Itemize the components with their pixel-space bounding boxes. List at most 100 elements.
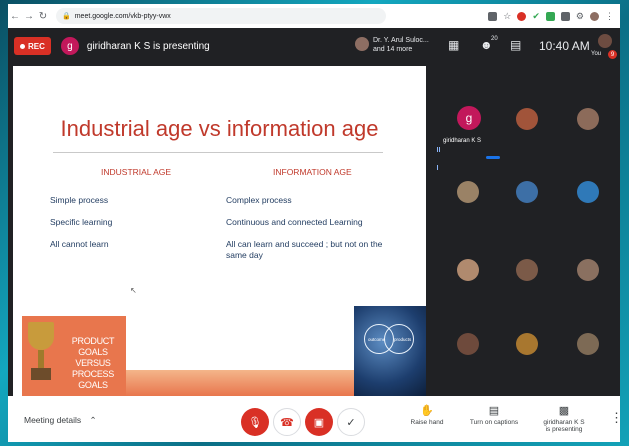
presenting-label: is presenting (545, 426, 583, 433)
captions-icon: ▤ (488, 405, 500, 417)
extensions-bar: ☆ ✔ ⚙ ⋮ (488, 11, 620, 22)
participant-count: 20 (491, 36, 498, 42)
back-icon[interactable]: ← (8, 11, 22, 22)
meet-top-bar: REC g giridharan K S is presenting Dr. Y… (8, 28, 620, 64)
presenter-avatar: g (60, 37, 79, 55)
pinned-participants[interactable]: Dr. Y. Arul Suloc... and 14 more (373, 36, 429, 54)
meeting-details-button[interactable]: Meeting details ⌃ (24, 415, 97, 426)
self-avatar[interactable] (598, 34, 612, 48)
trophy-stem (38, 350, 44, 368)
star-icon[interactable]: ☆ (503, 11, 511, 22)
captions-button[interactable]: ▤ Turn on captions (464, 404, 524, 426)
check-icon: ✓ (346, 416, 356, 429)
present-screen-icon: ▩ (558, 405, 570, 417)
check-extension-icon[interactable]: ✔ (532, 11, 540, 22)
product-process-goals-image: PRODUCT GOALS VERSUS PROCESS GOALS (22, 316, 126, 396)
participant-tile[interactable] (437, 311, 497, 381)
extension-red-icon[interactable] (517, 11, 527, 21)
url-text: meet.google.com/vkb-ptyy-vwx (74, 12, 171, 20)
extension-green-icon[interactable] (545, 11, 555, 21)
menu-dots-icon[interactable]: ⋮ (605, 11, 614, 22)
more-options-icon[interactable]: ⋮ (610, 410, 620, 426)
participant-tile[interactable] (557, 311, 617, 381)
venn-label: outcome (368, 337, 386, 342)
participant-tile[interactable] (437, 159, 497, 229)
self-label: You (591, 51, 602, 57)
leave-call-button[interactable]: ☎ (273, 408, 301, 436)
camera-off-icon: ▣ (313, 416, 325, 429)
industrial-item: Specific learning (50, 217, 113, 227)
participant-avatar (577, 259, 599, 281)
address-bar[interactable]: 🔒 meet.google.com/vkb-ptyy-vwx (56, 8, 386, 24)
meeting-details-label: Meeting details (24, 415, 82, 425)
recording-badge: REC (14, 37, 51, 55)
hand-icon: ✋ (420, 405, 434, 417)
pinned-avatar (355, 37, 369, 51)
hang-up-icon: ☎ (280, 416, 294, 429)
slide-divider (53, 152, 383, 153)
participant-avatar (577, 333, 599, 355)
camera-off-button[interactable]: ▣ (305, 408, 333, 436)
captions-label: Turn on captions (469, 419, 519, 426)
industrial-item: Simple process (50, 195, 109, 205)
profile-avatar-icon[interactable] (590, 11, 599, 21)
speaking-indicator-icon (437, 139, 442, 170)
forward-icon[interactable]: → (22, 11, 36, 22)
participant-name: giridharan K S (443, 138, 482, 144)
reload-icon[interactable]: ↻ (36, 11, 50, 22)
screen-frame: ← → ↻ 🔒 meet.google.com/vkb-ptyy-vwx ☆ ✔… (8, 4, 620, 442)
raise-hand-button[interactable]: ✋ Raise hand (410, 404, 444, 426)
participant-tile[interactable] (496, 159, 556, 229)
goals-line: PROCESS GOALS (72, 369, 114, 390)
presenting-button[interactable]: ▩ giridharan K S is presenting (534, 404, 594, 433)
presentation-slide: Industrial age vs information age INDUST… (13, 66, 426, 396)
notification-badge: 9 (608, 50, 617, 59)
participant-tile[interactable] (557, 159, 617, 229)
participant-tile[interactable] (557, 237, 617, 307)
camera-icon[interactable] (488, 11, 498, 21)
information-item: Complex process (226, 195, 292, 205)
participant-avatar (516, 333, 538, 355)
slide-footer-band (126, 370, 354, 396)
industrial-item: All cannot learn (50, 239, 109, 249)
record-dot-icon (20, 43, 25, 49)
trophy-base (31, 368, 51, 380)
layout-grid-icon[interactable]: ▦ (448, 38, 459, 52)
extension-grid-icon[interactable] (560, 11, 570, 21)
participant-tile[interactable] (496, 237, 556, 307)
clock: 10:40 AM (539, 39, 590, 53)
information-item: All can learn and succeed ; but not on t… (226, 239, 383, 260)
outcome-products-image: outcome products (354, 306, 426, 396)
participant-tile[interactable] (496, 86, 556, 156)
participant-avatar (577, 181, 599, 203)
participant-avatar (457, 259, 479, 281)
participant-avatar (577, 108, 599, 130)
pinned-more: and 14 more (373, 46, 413, 53)
lock-icon: 🔒 (62, 13, 71, 20)
raise-hand-label: Raise hand (410, 419, 444, 426)
presenting-label: giridharan K S (543, 419, 585, 426)
chat-icon[interactable]: ▤ (510, 38, 521, 52)
check-button[interactable]: ✓ (337, 408, 365, 436)
chevron-up-icon: ⌃ (89, 415, 97, 425)
goals-line: PRODUCT GOALS (71, 336, 115, 357)
participant-tile[interactable] (496, 311, 556, 381)
pinned-name: Dr. Y. Arul Suloc... (373, 37, 429, 44)
participant-avatar (457, 181, 479, 203)
participant-avatar (516, 108, 538, 130)
mic-off-button[interactable]: 🎙 (241, 408, 269, 436)
puzzle-icon[interactable]: ⚙ (576, 11, 584, 22)
industrial-age-heading: INDUSTRIAL AGE (101, 167, 172, 177)
participant-avatar (516, 259, 538, 281)
participant-tile[interactable]: g giridharan K S (437, 86, 500, 170)
presenting-banner: giridharan K S is presenting (86, 40, 210, 52)
goals-line: VERSUS (75, 358, 111, 368)
presenter-tile-avatar: g (457, 106, 481, 130)
participant-tile[interactable] (437, 237, 497, 307)
trophy-icon (28, 322, 54, 350)
browser-toolbar: ← → ↻ 🔒 meet.google.com/vkb-ptyy-vwx ☆ ✔… (8, 4, 620, 28)
slide-title: Industrial age vs information age (60, 116, 379, 141)
goals-caption: PRODUCT GOALS VERSUS PROCESS GOALS (62, 336, 124, 391)
participant-tile[interactable] (557, 86, 617, 156)
venn-label: products (394, 337, 412, 342)
